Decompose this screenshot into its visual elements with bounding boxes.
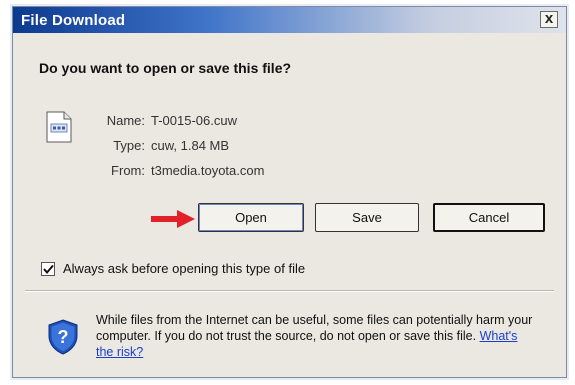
file-from-value: t3media.toyota.com	[151, 163, 265, 178]
security-warning: While files from the Internet can be use…	[96, 312, 536, 360]
file-type-label: Type:	[113, 138, 145, 153]
save-button[interactable]: Save	[315, 203, 419, 232]
security-shield-icon: ?	[47, 319, 79, 355]
file-name-value: T-0015-06.cuw	[151, 113, 237, 128]
checkmark-icon	[43, 264, 54, 275]
red-arrow-icon	[151, 210, 195, 228]
open-button[interactable]: Open	[198, 203, 304, 232]
warning-text: While files from the Internet can be use…	[96, 313, 533, 343]
close-icon: x	[544, 10, 554, 27]
close-button[interactable]: x	[540, 11, 558, 28]
file-type-value: cuw, 1.84 MB	[151, 138, 230, 153]
file-icon	[46, 111, 72, 143]
window-title: File Download	[21, 12, 126, 29]
cancel-button[interactable]: Cancel	[433, 203, 545, 232]
svg-text:?: ?	[58, 327, 69, 347]
always-ask-label: Always ask before opening this type of f…	[63, 261, 306, 276]
file-name-label: Name:	[106, 113, 145, 128]
dialog-question: Do you want to open or save this file?	[39, 60, 292, 76]
file-download-dialog: File Download x Do you want to open or s…	[12, 6, 567, 378]
always-ask-checkbox[interactable]	[41, 262, 55, 276]
file-from-label: From:	[111, 163, 145, 178]
title-bar[interactable]: File Download x	[13, 7, 566, 33]
divider	[25, 290, 554, 292]
